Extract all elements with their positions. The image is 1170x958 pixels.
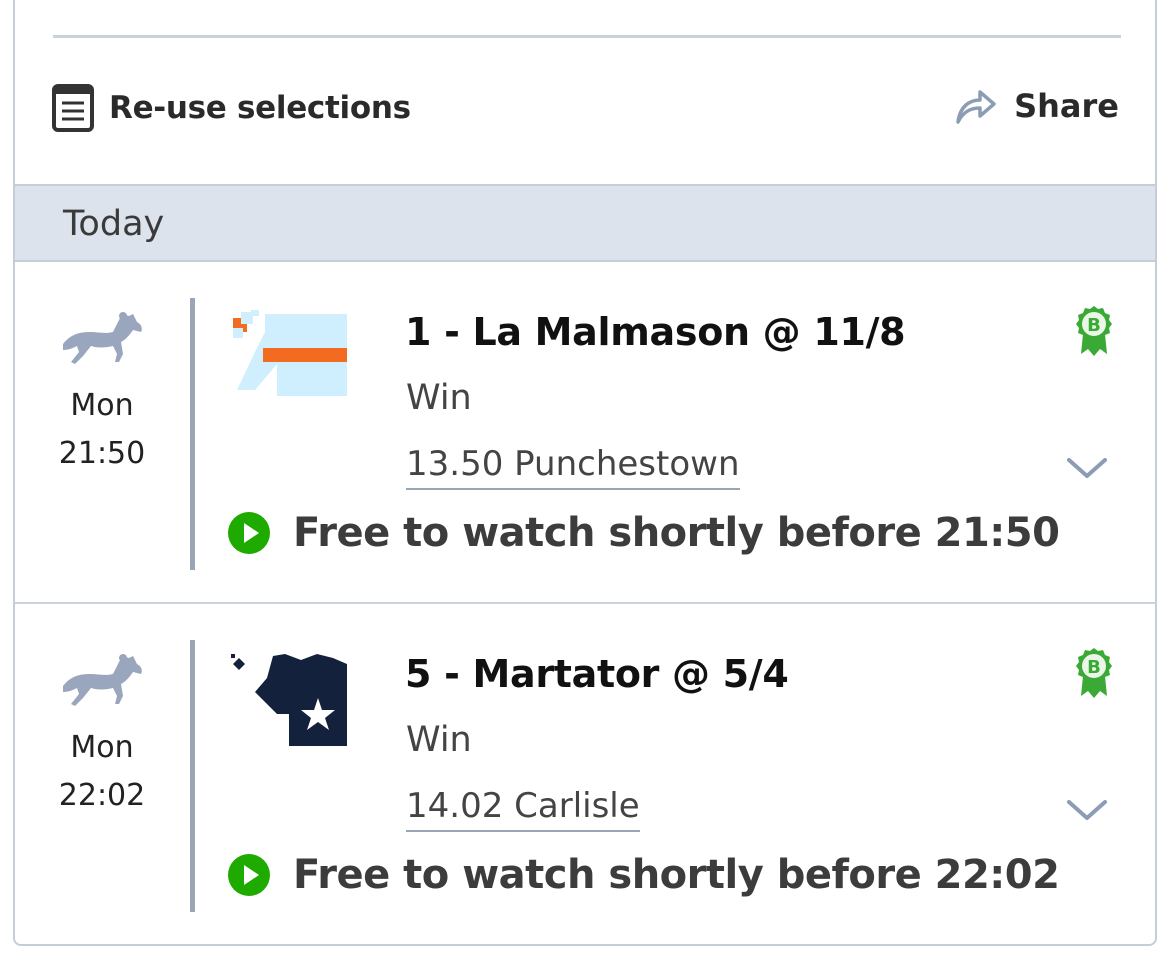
reuse-selections-label: Re-use selections (109, 90, 411, 126)
reuse-list-icon (52, 84, 94, 132)
boost-badge-icon: B (1076, 648, 1112, 698)
race-time: 21:50 (58, 436, 146, 471)
selection-name: 5 - Martator @ 5/4 (405, 652, 789, 696)
horse-racing-icon (63, 654, 142, 706)
event-link[interactable]: 13.50 Punchestown (406, 444, 740, 490)
market-type: Win (406, 378, 472, 418)
share-label: Share (1014, 87, 1119, 125)
play-icon (228, 512, 270, 554)
jockey-silks (233, 310, 347, 396)
free-to-watch-notice: Free to watch shortly before 21:50 (227, 510, 1060, 556)
reuse-selections-button[interactable]: Re-use selections (51, 83, 411, 133)
selection-name: 1 - La Malmason @ 11/8 (405, 310, 906, 354)
date-label: Today (63, 204, 165, 244)
chevron-down-icon[interactable] (1065, 454, 1109, 482)
share-arrow-icon (956, 90, 996, 124)
action-bar: Re-use selections Share (15, 38, 1155, 184)
race-day: Mon (70, 388, 134, 423)
race-time: 22:02 (58, 778, 146, 813)
bet-row: Mon 22:02 5 - Martator @ 5/4 Win 14.02 C… (15, 606, 1155, 946)
row-divider (190, 298, 195, 570)
watch-text: Free to watch shortly before 22:02 (293, 852, 1060, 898)
horse-racing-icon (63, 312, 142, 364)
share-button[interactable]: Share (954, 86, 1119, 126)
jockey-silks (231, 654, 347, 746)
free-to-watch-notice: Free to watch shortly before 22:02 (227, 852, 1060, 898)
event-link[interactable]: 14.02 Carlisle (406, 786, 640, 832)
boost-badge-icon: B (1076, 306, 1112, 356)
play-icon (228, 854, 270, 896)
chevron-down-icon[interactable] (1065, 796, 1109, 824)
watch-text: Free to watch shortly before 21:50 (293, 510, 1060, 556)
date-section-header: Today (15, 184, 1155, 262)
market-type: Win (406, 720, 472, 760)
boost-badge-letter: B (1087, 657, 1101, 678)
row-divider (190, 640, 195, 912)
boost-badge-letter: B (1087, 315, 1101, 336)
race-day: Mon (70, 730, 134, 765)
bet-row: Mon 21:50 1 - La Malmason @ 11/8 Win 13.… (15, 264, 1155, 604)
bet-card: Re-use selections Share Today Mon 21:50 (13, 0, 1157, 946)
